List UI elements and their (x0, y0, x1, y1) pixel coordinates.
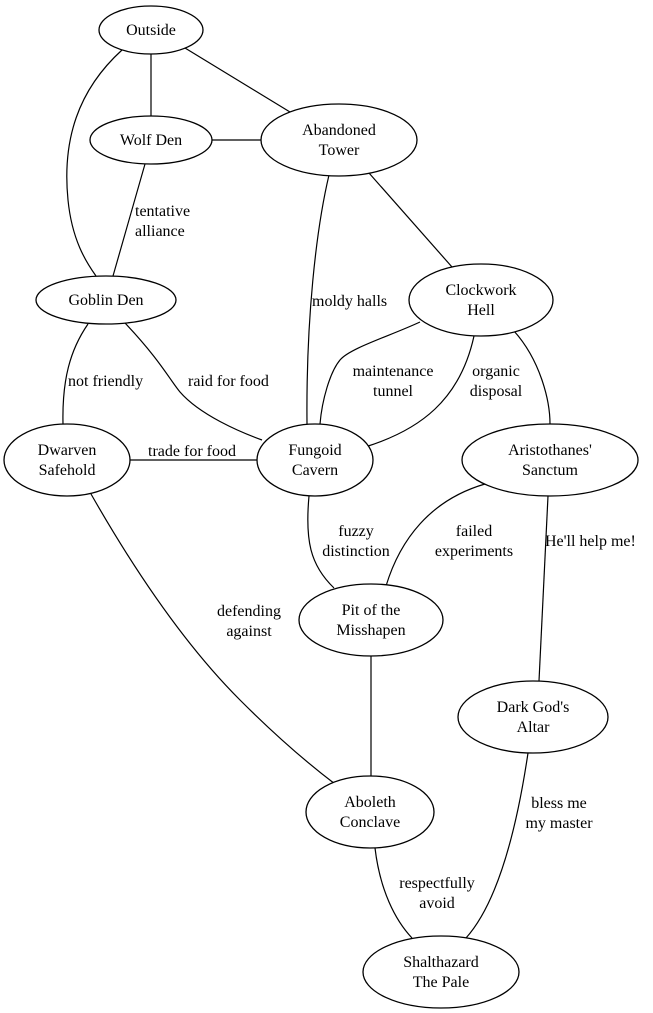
node-ellipse (408, 263, 554, 337)
edge-label-dwarven-safehold-aboleth-conclave-line: against (226, 623, 272, 640)
node-label-dark-gods-altar-line: Altar (517, 719, 551, 736)
node-label-pit-of-the-misshapen-line: Misshapen (336, 622, 405, 639)
edge-label-wolf-den-goblin-den: tentative alliance (135, 203, 190, 240)
edge-label-wolf-den-goblin-den-line: tentative (135, 203, 190, 220)
node-ellipse (362, 935, 520, 1009)
edge-label-dwarven-safehold-aboleth-conclave: defending against (217, 603, 281, 640)
edge-label-goblin-den-fungoid-cavern: raid for food (188, 373, 269, 390)
node-label-dwarven-safehold-line: Safehold (39, 462, 96, 479)
node-label-goblin-den: Goblin Den (68, 292, 143, 309)
node-aboleth-conclave: Aboleth Conclave (305, 775, 435, 849)
edge-label-clockwork-hell-fungoid-cavern-line: maintenance (353, 363, 434, 380)
node-dwarven-safehold: Dwarven Safehold (3, 423, 131, 497)
edge-dark-gods-altar-shalthazard-the-pale (465, 752, 529, 939)
edge-label-goblin-den-fungoid-cavern-line: raid for food (188, 373, 269, 390)
node-label-outside: Outside (126, 22, 176, 39)
edge-label-aristothanes-sanctum-pit-of-the-misshapen: failed experiments (435, 523, 513, 560)
edge-aboleth-conclave-shalthazard-the-pale (374, 847, 413, 939)
node-ellipse (260, 103, 418, 177)
node-ellipse (461, 423, 639, 497)
node-label-aristothanes-sanctum-line: Aristothanes' (508, 442, 592, 459)
edge-label-aboleth-conclave-shalthazard-the-pale-line: respectfully (399, 875, 475, 892)
edge-label-aboleth-conclave-shalthazard-the-pale: respectfully avoid (399, 875, 475, 912)
edge-label-fungoid-cavern-pit-of-the-misshapen: fuzzy distinction (322, 523, 390, 560)
node-label-wolf-den-line: Wolf Den (120, 132, 182, 149)
node-dark-gods-altar: Dark God's Altar (457, 680, 609, 754)
node-wolf-den: Wolf Den (89, 115, 213, 165)
node-label-clockwork-hell-line: Clockwork (445, 282, 516, 299)
node-label-aboleth-conclave-line: Aboleth (344, 794, 396, 811)
edge-label-dark-gods-altar-shalthazard-the-pale-line: bless me (531, 795, 587, 812)
edge-fungoid-cavern-pit-of-the-misshapen (307, 495, 335, 589)
node-label-shalthazard-the-pale-line: Shalthazard (403, 954, 479, 971)
node-label-dark-gods-altar-line: Dark God's (497, 699, 570, 716)
node-ellipse (305, 775, 435, 849)
dungeon-graph: tentative alliance moldy halls not friendly… (3, 5, 639, 1009)
node-abandoned-tower: Abandoned Tower (260, 103, 418, 177)
edge-label-dark-gods-altar-shalthazard-the-pale-line: my master (525, 815, 593, 832)
edge-label-aboleth-conclave-shalthazard-the-pale-line: avoid (419, 895, 455, 912)
node-label-aristothanes-sanctum-line: Sanctum (522, 462, 579, 479)
edge-wolf-den-goblin-den (112, 163, 146, 277)
node-label-abandoned-tower-line: Abandoned (302, 122, 376, 139)
node-shalthazard-the-pale: Shalthazard The Pale (362, 935, 520, 1009)
edge-label-dwarven-safehold-fungoid-cavern-line: trade for food (148, 443, 236, 460)
edge-label-clockwork-hell-fungoid-cavern: maintenance tunnel (353, 363, 434, 400)
edge-abandoned-tower-clockwork-hell (368, 172, 453, 268)
edge-label-fungoid-cavern-pit-of-the-misshapen-line: distinction (322, 543, 390, 560)
edge-label-aristothanes-sanctum-dark-gods-altar: He'll help me! (545, 533, 636, 550)
node-label-clockwork-hell-line: Hell (467, 302, 495, 319)
node-ellipse (256, 423, 374, 497)
node-ellipse (457, 680, 609, 754)
edge-label-clockwork-hell-fungoid-cavern-line: tunnel (373, 383, 414, 400)
node-label-aboleth-conclave-line: Conclave (340, 814, 400, 831)
node-label-shalthazard-the-pale-line: The Pale (413, 974, 469, 991)
edge-outside-goblin-den (66, 49, 123, 277)
node-goblin-den: Goblin Den (35, 275, 177, 325)
node-clockwork-hell: Clockwork Hell (408, 263, 554, 337)
edge-label-dwarven-safehold-aboleth-conclave-line: defending (217, 603, 281, 620)
node-label-goblin-den-line: Goblin Den (68, 292, 143, 309)
edge-label-goblin-den-dwarven-safehold-line: not friendly (68, 373, 143, 390)
edge-label-dwarven-safehold-fungoid-cavern: trade for food (148, 443, 236, 460)
edge-outside-abandoned-tower (184, 47, 291, 113)
node-label-fungoid-cavern-line: Fungoid (288, 442, 341, 459)
edge-label-clockwork-hell-fungoid-cavern: organic disposal (470, 363, 523, 400)
node-label-dwarven-safehold-line: Dwarven (38, 442, 97, 459)
node-label-wolf-den: Wolf Den (120, 132, 182, 149)
node-pit-of-the-misshapen: Pit of the Misshapen (298, 583, 444, 657)
node-label-pit-of-the-misshapen-line: Pit of the (342, 602, 401, 619)
edge-label-dark-gods-altar-shalthazard-the-pale: bless me my master (525, 795, 593, 832)
edge-label-aristothanes-sanctum-pit-of-the-misshapen-line: failed (456, 523, 492, 540)
edge-label-aristothanes-sanctum-dark-gods-altar-line: He'll help me! (545, 533, 636, 550)
node-fungoid-cavern: Fungoid Cavern (256, 423, 374, 497)
edge-dwarven-safehold-aboleth-conclave (90, 493, 336, 785)
node-ellipse (298, 583, 444, 657)
edge-label-abandoned-tower-fungoid-cavern-line: moldy halls (312, 293, 387, 310)
node-outside: Outside (98, 5, 204, 55)
edge-label-wolf-den-goblin-den-line: alliance (135, 223, 185, 240)
edge-label-abandoned-tower-fungoid-cavern: moldy halls (312, 293, 387, 310)
node-label-outside-line: Outside (126, 22, 176, 39)
edge-label-goblin-den-dwarven-safehold: not friendly (68, 373, 143, 390)
node-aristothanes-sanctum: Aristothanes' Sanctum (461, 423, 639, 497)
edge-label-clockwork-hell-fungoid-cavern-line: organic (472, 363, 520, 380)
edge-label-fungoid-cavern-pit-of-the-misshapen-line: fuzzy (338, 523, 374, 540)
node-label-abandoned-tower-line: Tower (319, 142, 360, 159)
edge-aristothanes-sanctum-dark-gods-altar (538, 495, 549, 682)
node-label-fungoid-cavern-line: Cavern (292, 462, 338, 479)
edge-label-clockwork-hell-fungoid-cavern-line: disposal (470, 383, 523, 400)
edge-label-aristothanes-sanctum-pit-of-the-misshapen-line: experiments (435, 543, 513, 560)
node-ellipse (3, 423, 131, 497)
